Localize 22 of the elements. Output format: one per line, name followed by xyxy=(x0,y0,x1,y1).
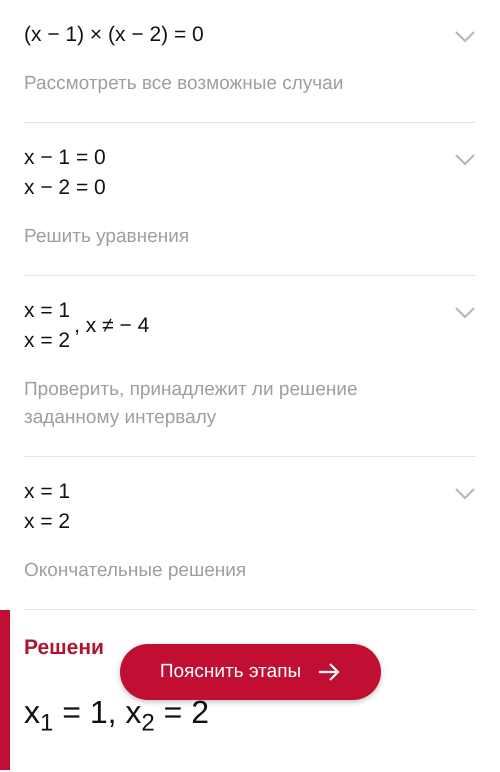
chevron-down-icon[interactable] xyxy=(454,487,476,501)
equation: (x − 1) × (x − 2) = 0 xyxy=(24,22,204,48)
equation: x = 2 xyxy=(24,509,70,535)
equation: x − 2 = 0 xyxy=(24,175,106,201)
solution-title: Решени xyxy=(24,636,105,660)
equation: x = 1 xyxy=(24,298,70,324)
step-explanation: Окончательные решения xyxy=(24,559,246,583)
step-row[interactable]: x − 1 = 0 x − 2 = 0 Решить уравнения xyxy=(24,123,476,276)
step-row[interactable]: (x − 1) × (x − 2) = 0 Рассмотреть все возможные случаи xyxy=(24,0,476,123)
arrow-right-icon xyxy=(317,662,342,682)
chevron-down-icon[interactable] xyxy=(454,30,476,44)
step-explanation: Рассмотреть все возможные случаи xyxy=(24,72,344,96)
step-explanation: Проверить, принадлежит ли решение заданному интервалу xyxy=(24,378,359,430)
equation: x = 1 xyxy=(24,479,70,505)
equation: x − 1 = 0 xyxy=(24,145,106,171)
condition: , x ≠ − 4 xyxy=(74,314,150,338)
explain-steps-button[interactable]: Пояснить этапы xyxy=(120,644,381,700)
chevron-down-icon[interactable] xyxy=(454,306,476,320)
equation: x = 2 xyxy=(24,328,70,354)
step-row[interactable]: x = 1 x = 2 Окончательные решения xyxy=(24,457,476,610)
step-explanation: Решить уравнения xyxy=(24,225,190,249)
chevron-down-icon[interactable] xyxy=(454,153,476,167)
